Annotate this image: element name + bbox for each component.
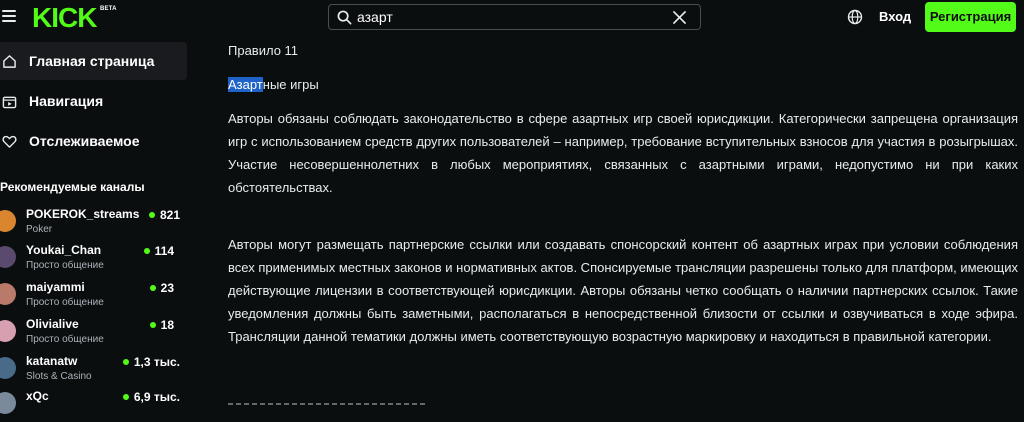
search-highlight: Азарт xyxy=(228,77,263,92)
channel-item[interactable]: katanatw Slots & Casino 1,3 тыс. xyxy=(0,353,190,387)
sidebar: Главная страница Навигация Отслеживаемое… xyxy=(0,36,196,414)
viewer-count: 6,9 тыс. xyxy=(122,390,180,404)
home-icon xyxy=(3,54,16,68)
live-dot-icon xyxy=(122,394,129,400)
live-dot-icon xyxy=(149,285,156,291)
viewer-count: 821 xyxy=(148,208,180,222)
viewer-count: 114 xyxy=(143,244,174,258)
sidebar-item-label: Главная страница xyxy=(29,53,155,69)
channel-category: Просто общение xyxy=(26,297,104,308)
browse-icon xyxy=(2,96,17,108)
viewer-count: 18 xyxy=(149,318,174,332)
avatar xyxy=(0,246,16,268)
sidebar-item-following[interactable]: Отслеживаемое xyxy=(0,122,187,160)
sidebar-item-label: Отслеживаемое xyxy=(29,133,140,149)
kick-logo[interactable]: KICK xyxy=(32,4,110,30)
viewer-count: 1,3 тыс. xyxy=(122,355,180,369)
avatar xyxy=(0,320,16,342)
menu-icon[interactable] xyxy=(2,10,16,22)
rule-title: Правило 11 xyxy=(228,43,299,58)
live-dot-icon xyxy=(143,248,150,254)
channel-name: Olivialive xyxy=(26,317,79,331)
channel-category: Poker xyxy=(26,224,53,235)
rule-paragraph: Авторы могут размещать партнерские ссылк… xyxy=(228,237,1018,344)
rule-paragraph: Авторы обязаны соблюдать законодательств… xyxy=(228,111,1018,195)
sidebar-item-home[interactable]: Главная страница xyxy=(0,42,187,80)
rule-heading: Азартные игры xyxy=(228,77,319,92)
avatar xyxy=(0,210,16,232)
live-dot-icon xyxy=(149,322,156,328)
channel-item[interactable]: xQc 6,9 тыс. xyxy=(0,388,190,422)
live-dot-icon xyxy=(148,212,155,218)
channel-item[interactable]: Olivialive Просто общение 18 xyxy=(0,316,190,350)
viewer-count: 23 xyxy=(149,281,174,295)
channel-category: Просто общение xyxy=(26,334,104,345)
globe-icon[interactable] xyxy=(847,9,863,25)
cut-off-heading xyxy=(228,392,428,405)
live-dot-icon xyxy=(122,359,129,365)
heart-icon xyxy=(2,135,17,148)
top-bar: KICK BETA Вход Регистрация xyxy=(0,0,1024,36)
sidebar-item-browse[interactable]: Навигация xyxy=(0,82,187,120)
search-bar[interactable] xyxy=(328,4,701,30)
channel-category: Просто общение xyxy=(26,260,104,271)
search-icon xyxy=(337,10,352,25)
channel-name: xQc xyxy=(26,389,49,403)
search-input[interactable] xyxy=(357,8,657,26)
recommended-channels-title: Рекомендуемые каналы xyxy=(0,180,145,194)
sidebar-item-label: Навигация xyxy=(29,93,104,109)
channel-category: Slots & Casino xyxy=(26,371,92,382)
channel-name: maiyammi xyxy=(26,280,85,294)
channel-item[interactable]: POKEROK_streams Poker 821 xyxy=(0,206,190,240)
close-icon[interactable] xyxy=(673,11,686,24)
svg-text:KICK: KICK xyxy=(32,4,97,30)
avatar xyxy=(0,392,16,414)
channel-name: katanatw xyxy=(26,354,78,368)
register-button[interactable]: Регистрация xyxy=(925,2,1016,32)
login-button[interactable]: Вход xyxy=(879,9,911,24)
channel-name: POKEROK_streams xyxy=(26,207,140,221)
channel-name: Youkai_Chan xyxy=(26,243,102,257)
channel-item[interactable]: Youkai_Chan Просто общение 114 xyxy=(0,242,190,276)
channel-item[interactable]: maiyammi Просто общение 23 xyxy=(0,279,190,313)
avatar xyxy=(0,283,16,305)
beta-badge: BETA xyxy=(100,6,117,12)
avatar xyxy=(0,357,16,379)
